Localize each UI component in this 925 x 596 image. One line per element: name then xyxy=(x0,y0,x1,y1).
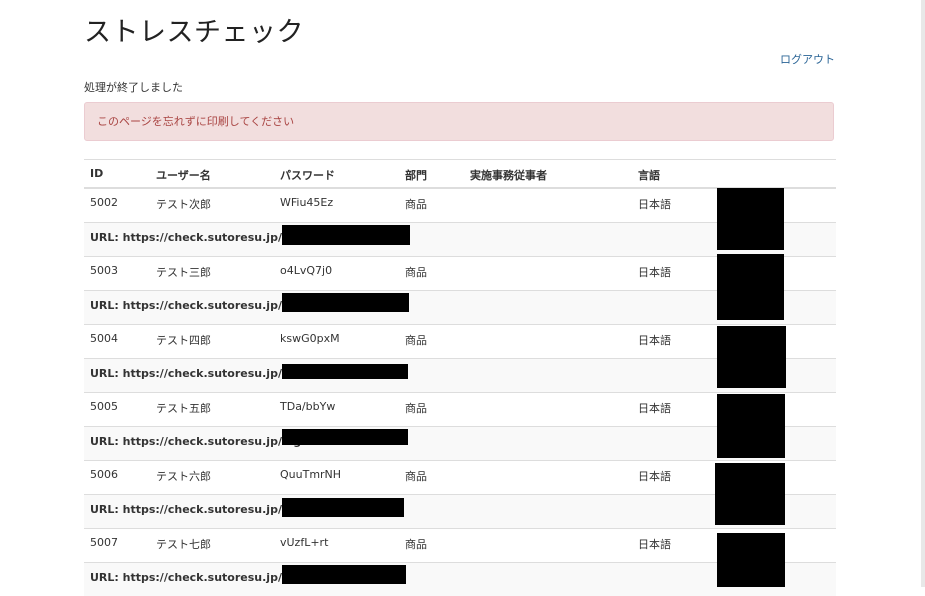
redacted-url-token xyxy=(282,565,406,584)
login-url: URL: https://check.sutoresu.jp/login xyxy=(90,367,313,380)
print-alert-text: このページを忘れずに印刷してください xyxy=(97,115,295,128)
redacted-url-token xyxy=(282,498,404,517)
redacted-qr-code xyxy=(717,188,784,250)
redacted-url-token xyxy=(282,429,408,445)
logout-link[interactable]: ログアウト xyxy=(780,51,835,67)
user-name: テスト四郎 xyxy=(156,334,211,347)
login-url: URL: https://check.sutoresu.jp/login xyxy=(90,571,313,584)
user-language: 日本語 xyxy=(638,470,671,483)
redacted-qr-code xyxy=(717,394,785,458)
login-url: URL: https://check.sutoresu.jp/login xyxy=(90,435,313,448)
user-password: QuuTmrNH xyxy=(280,468,342,481)
user-password: WFiu45Ez xyxy=(280,196,334,209)
redacted-qr-code xyxy=(715,463,785,525)
login-url: URL: https://check.sutoresu.jp/login xyxy=(90,231,313,244)
user-name: テスト次郎 xyxy=(156,198,211,211)
user-name: テスト五郎 xyxy=(156,402,211,415)
login-url: URL: https://check.sutoresu.jp/login xyxy=(90,299,313,312)
user-name: テスト三郎 xyxy=(156,266,211,279)
header-staff: 実施事務従事者 xyxy=(470,169,547,182)
page-edge xyxy=(921,0,925,587)
redacted-url-token xyxy=(282,225,410,245)
user-name: テスト七郎 xyxy=(156,538,211,551)
user-department: 商品 xyxy=(405,538,427,551)
user-id: 5002 xyxy=(90,196,118,209)
user-department: 商品 xyxy=(405,402,427,415)
user-password: TDa/bbYw xyxy=(280,400,336,413)
user-id: 5006 xyxy=(90,468,118,481)
header-username: ユーザー名 xyxy=(156,169,211,182)
user-language: 日本語 xyxy=(638,334,671,347)
user-id: 5007 xyxy=(90,536,118,549)
page-title: ストレスチェック xyxy=(84,17,304,48)
table-header-row: ID ユーザー名 パスワード 部門 実施事務従事者 言語 xyxy=(84,159,836,188)
user-name: テスト六郎 xyxy=(156,470,211,483)
redacted-qr-code xyxy=(717,326,786,388)
user-language: 日本語 xyxy=(638,538,671,551)
user-department: 商品 xyxy=(405,470,427,483)
user-password: o4LvQ7j0 xyxy=(280,264,333,277)
user-language: 日本語 xyxy=(638,198,671,211)
user-department: 商品 xyxy=(405,266,427,279)
user-id: 5003 xyxy=(90,264,118,277)
user-department: 商品 xyxy=(405,198,427,211)
user-language: 日本語 xyxy=(638,402,671,415)
user-language: 日本語 xyxy=(638,266,671,279)
user-id: 5005 xyxy=(90,400,118,413)
user-department: 商品 xyxy=(405,334,427,347)
status-message: 処理が終了しました xyxy=(84,81,183,94)
redacted-qr-code xyxy=(717,533,785,587)
header-password: パスワード xyxy=(280,169,335,182)
print-alert: このページを忘れずに印刷してください xyxy=(84,102,834,141)
user-id: 5004 xyxy=(90,332,118,345)
redacted-url-token xyxy=(282,293,409,312)
redacted-url-token xyxy=(282,364,408,379)
header-id: ID xyxy=(90,167,104,180)
header-department: 部門 xyxy=(405,169,427,182)
redacted-qr-code xyxy=(717,254,784,320)
login-url: URL: https://check.sutoresu.jp/login xyxy=(90,503,313,516)
user-password: kswG0pxM xyxy=(280,332,340,345)
header-language: 言語 xyxy=(638,169,660,182)
user-password: vUzfL+rt xyxy=(280,536,329,549)
